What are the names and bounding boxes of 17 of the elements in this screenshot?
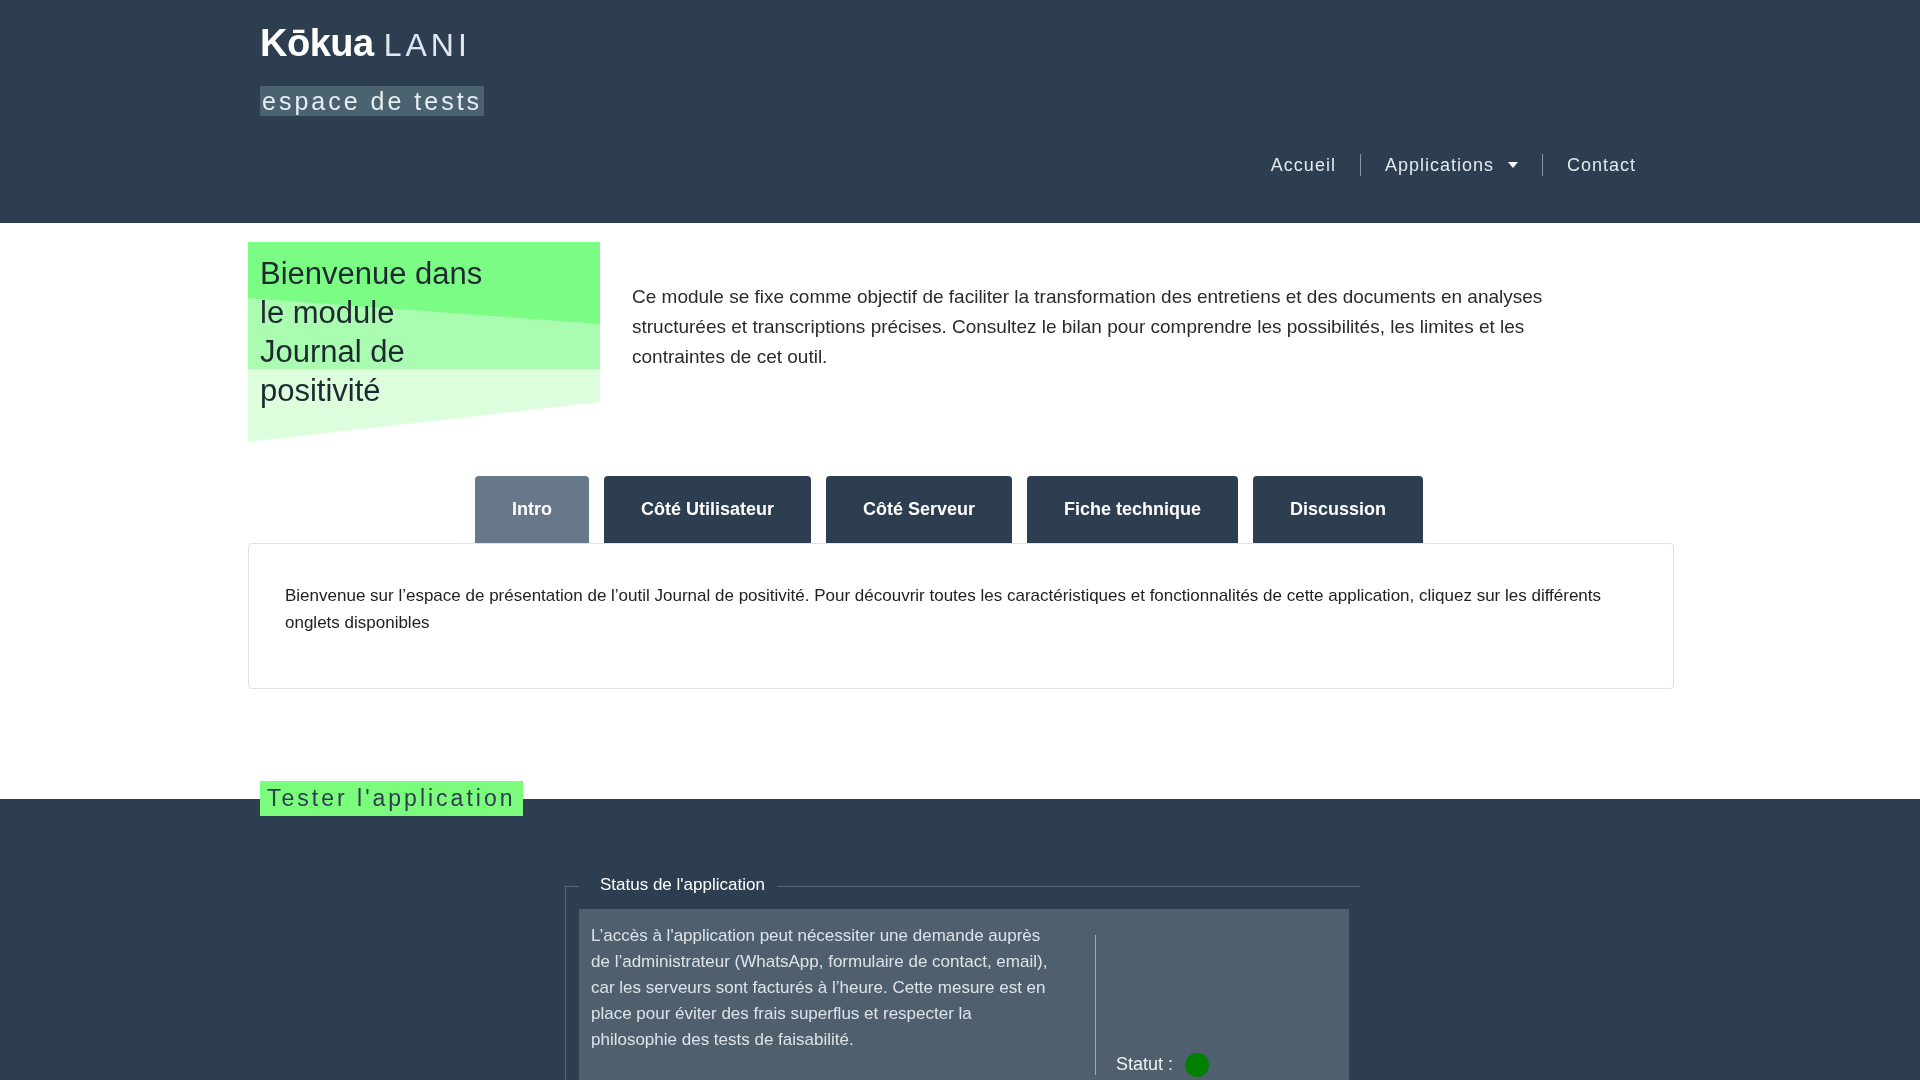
tab[interactable]: Fiche technique <box>1027 476 1239 543</box>
tab[interactable]: Discussion <box>1253 476 1424 543</box>
access-notice: L’accès à l'application peut nécessiter une demande auprès de l’administrateur (WhatsApp, formulaire de contact, email), car les serveurs sont facturés à l’heure. Cette mesure est en place pour éviter des frais superflus et respecter la philosophie des tests de faisabilité. <box>591 925 1049 1051</box>
tab-content-text: Bienvenue sur l’espace de présentation de l’outil Journal de positivité. Pour découvrir toutes les caractéristiques et fonctionnalités de cette application, cliquez sur les différents onglets disponibles <box>285 585 1603 634</box>
status-label: Statut : <box>1116 1054 1174 1075</box>
tab[interactable]: Côté Serveur <box>825 476 1012 543</box>
fieldset-legend: Status de l'application <box>579 875 777 894</box>
nav-link[interactable]: Contact <box>1566 154 1636 176</box>
tab[interactable]: Intro <box>474 476 589 543</box>
site-logo[interactable]: Kōkua LANI <box>260 22 471 65</box>
nav-link[interactable]: Applications <box>1384 154 1518 176</box>
tab[interactable]: Côté Utilisateur <box>603 476 811 543</box>
section-heading: Tester l'application <box>260 781 523 816</box>
hero-title: Bienvenue dans le module Journal de positivité <box>260 255 484 410</box>
site-tagline: espace de tests <box>260 86 485 116</box>
hero-description: Ce module se fixe comme objectif de faciliter la transformation des entretiens et des documents en analyses structurées et transcriptions précises. Consultez le bilan pour comprendre les possibilités, les limites et les contraintes de cet outil. <box>632 285 1544 369</box>
nav-link[interactable]: Accueil <box>1270 154 1336 176</box>
